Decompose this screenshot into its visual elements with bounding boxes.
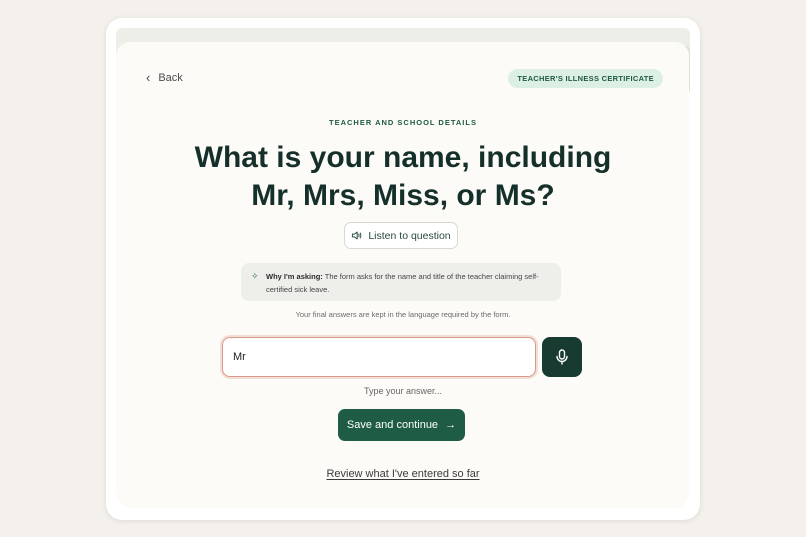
section-label: TEACHER AND SCHOOL DETAILS: [329, 118, 477, 127]
question-line-1: What is your name, including: [194, 141, 612, 174]
microphone-icon: [556, 349, 568, 365]
back-button[interactable]: ‹ Back: [146, 71, 183, 84]
speaker-icon: [352, 231, 362, 240]
microphone-button[interactable]: [542, 337, 582, 377]
language-note: Your final answers are kept in the langu…: [295, 310, 511, 319]
chevron-left-icon: ‹: [146, 70, 151, 85]
back-label: Back: [158, 71, 183, 84]
question-line-2: Mr, Mrs, Miss, or Ms?: [251, 179, 555, 212]
review-link[interactable]: Review what I've entered so far: [326, 468, 479, 480]
arrow-right-icon: →: [445, 419, 457, 431]
listen-label: Listen to question: [368, 229, 451, 242]
question-title: What is your name, including Mr, Mrs, Mi…: [160, 139, 646, 215]
why-label: Why I'm asking:: [266, 272, 323, 281]
review-row: Review what I've entered so far: [0, 468, 806, 480]
answer-input[interactable]: [222, 337, 536, 377]
answer-hint: Type your answer...: [363, 386, 443, 396]
listen-button[interactable]: Listen to question: [344, 222, 458, 249]
save-continue-button[interactable]: Save and continue →: [338, 409, 465, 441]
save-label: Save and continue: [346, 419, 439, 431]
sparkle-icon: ✧: [251, 271, 259, 281]
why-asking-box: ✧ Why I'm asking: The form asks for the …: [241, 263, 561, 301]
form-badge: TEACHER'S ILLNESS CERTIFICATE: [508, 69, 663, 88]
